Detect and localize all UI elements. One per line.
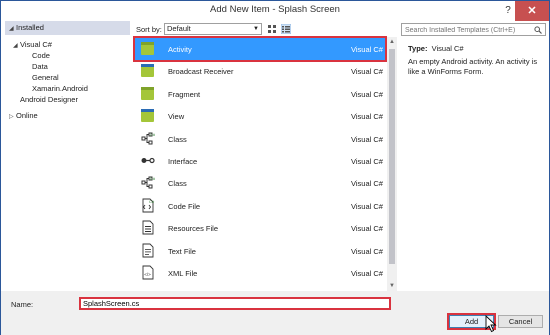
details-pane: Type: Visual C# An empty Android activit… <box>401 21 547 291</box>
template-language: Visual C# <box>351 246 383 256</box>
template-item[interactable]: Interface Visual C# <box>135 150 385 172</box>
template-name: Activity <box>168 45 192 54</box>
mouse-pointer-icon <box>485 315 497 333</box>
expand-arrow-icon[interactable]: ▷ <box>9 112 16 122</box>
template-item[interactable]: Activity Visual C# <box>133 36 387 62</box>
cancel-button[interactable]: Cancel <box>498 315 543 328</box>
template-language: Visual C# <box>351 179 383 189</box>
template-name: Class <box>168 179 187 189</box>
svg-text:C#: C# <box>150 132 155 137</box>
interface-icon <box>141 157 155 164</box>
sort-dropdown[interactable]: Default ▼ <box>164 23 262 35</box>
template-item[interactable]: </> XML File Visual C# <box>135 262 385 284</box>
template-item[interactable]: C# Class Visual C# <box>135 128 385 150</box>
sort-value: Default <box>167 24 191 33</box>
template-name: Class <box>168 134 187 144</box>
template-name: XML File <box>168 269 198 278</box>
template-name: Fragment <box>168 89 201 99</box>
tree-item-label: Visual C# <box>20 40 52 49</box>
svg-text:</>: </> <box>144 272 151 277</box>
type-label: Type: <box>408 44 428 53</box>
template-name: View <box>168 112 185 122</box>
list-view-icon[interactable] <box>281 24 291 34</box>
code-file-icon: C# <box>142 198 155 213</box>
close-button[interactable]: ✕ <box>515 1 549 21</box>
tree-item-online[interactable]: ▷ Online <box>9 111 38 121</box>
scroll-thumb[interactable] <box>389 49 395 264</box>
template-name: Broadcast Receiver <box>168 67 234 77</box>
template-language: Visual C# <box>351 89 383 99</box>
view-icon <box>141 109 154 123</box>
template-item[interactable]: C# Class Visual C# <box>135 172 385 194</box>
resources-file-icon <box>142 220 154 235</box>
bottom-panel: Name: Add Cancel <box>1 291 549 335</box>
help-button[interactable]: ? <box>501 4 515 18</box>
search-icon[interactable] <box>534 26 542 34</box>
template-name: Code File <box>168 201 201 211</box>
template-type: Type: Visual C# <box>408 44 464 53</box>
type-value: Visual C# <box>431 44 464 53</box>
sort-toolbar: Sort by: Default ▼ <box>136 22 396 36</box>
template-language: Visual C# <box>351 134 383 144</box>
tree-item-label: Installed <box>16 23 44 32</box>
tree-item-installed[interactable]: ◢ Installed <box>9 23 44 33</box>
tree-item-data[interactable]: Data <box>32 62 48 72</box>
template-item[interactable]: View Visual C# <box>135 105 385 127</box>
sort-label: Sort by: <box>136 25 162 34</box>
collapse-arrow-icon[interactable]: ◢ <box>13 41 20 51</box>
template-item[interactable]: C# Code File Visual C# <box>135 195 385 217</box>
collapse-arrow-icon[interactable]: ◢ <box>9 24 16 34</box>
scroll-down-icon[interactable]: ▼ <box>387 281 397 291</box>
template-name: Text File <box>168 246 196 256</box>
tree-item-xamarin-android[interactable]: Xamarin.Android <box>32 84 88 94</box>
svg-text:C#: C# <box>149 199 155 204</box>
tree-item-code[interactable]: Code <box>32 51 50 61</box>
broadcast-receiver-icon <box>141 64 154 78</box>
template-language: Visual C# <box>351 224 383 234</box>
text-file-icon <box>142 243 154 258</box>
scroll-up-icon[interactable]: ▲ <box>387 37 397 47</box>
template-list: Activity Visual C# Broadcast Receiver Visua… <box>133 36 398 291</box>
template-item[interactable]: Broadcast Receiver Visual C# <box>135 60 385 82</box>
template-name: Interface <box>168 157 198 166</box>
template-item[interactable]: Fragment Visual C# <box>135 83 385 105</box>
add-new-item-dialog: Add New Item - Splash Screen ? ✕ ◢ Instal… <box>0 0 550 335</box>
search-input[interactable] <box>405 25 533 35</box>
tree-item-label: Online <box>16 111 38 120</box>
template-language: Visual C# <box>351 112 383 122</box>
android-activity-icon <box>141 42 154 55</box>
fragment-icon <box>141 86 154 100</box>
template-description: An empty Android activity. An activity i… <box>408 57 538 76</box>
template-language: Visual C# <box>351 45 383 54</box>
svg-text:C#: C# <box>150 176 155 181</box>
name-label: Name: <box>11 300 34 309</box>
xml-file-icon: </> <box>142 265 154 280</box>
search-box[interactable] <box>401 23 546 36</box>
tree-item-android-designer[interactable]: Android Designer <box>20 95 78 105</box>
medium-icons-view-icon[interactable] <box>267 24 277 34</box>
class-icon: C# <box>141 176 155 189</box>
title-bar: Add New Item - Splash Screen ? ✕ <box>1 1 549 21</box>
template-language: Visual C# <box>351 201 383 211</box>
tree-item-visual-csharp[interactable]: ◢ Visual C# <box>13 40 52 50</box>
template-item[interactable]: Text File Visual C# <box>135 240 385 262</box>
template-language: Visual C# <box>351 157 383 166</box>
template-category-tree: ◢ Installed ◢ Visual C# Code Data General … <box>5 21 130 291</box>
tree-item-general[interactable]: General <box>32 73 59 83</box>
vertical-scrollbar[interactable]: ▲ ▼ <box>387 37 397 291</box>
template-name: Resources File <box>168 224 219 234</box>
template-language: Visual C# <box>351 269 383 278</box>
template-language: Visual C# <box>351 67 383 77</box>
name-field[interactable] <box>79 297 391 310</box>
template-item[interactable]: Resources File Visual C# <box>135 217 385 239</box>
dialog-title: Add New Item - Splash Screen <box>210 4 340 15</box>
chevron-down-icon: ▼ <box>253 26 259 32</box>
class-icon: C# <box>141 132 155 145</box>
